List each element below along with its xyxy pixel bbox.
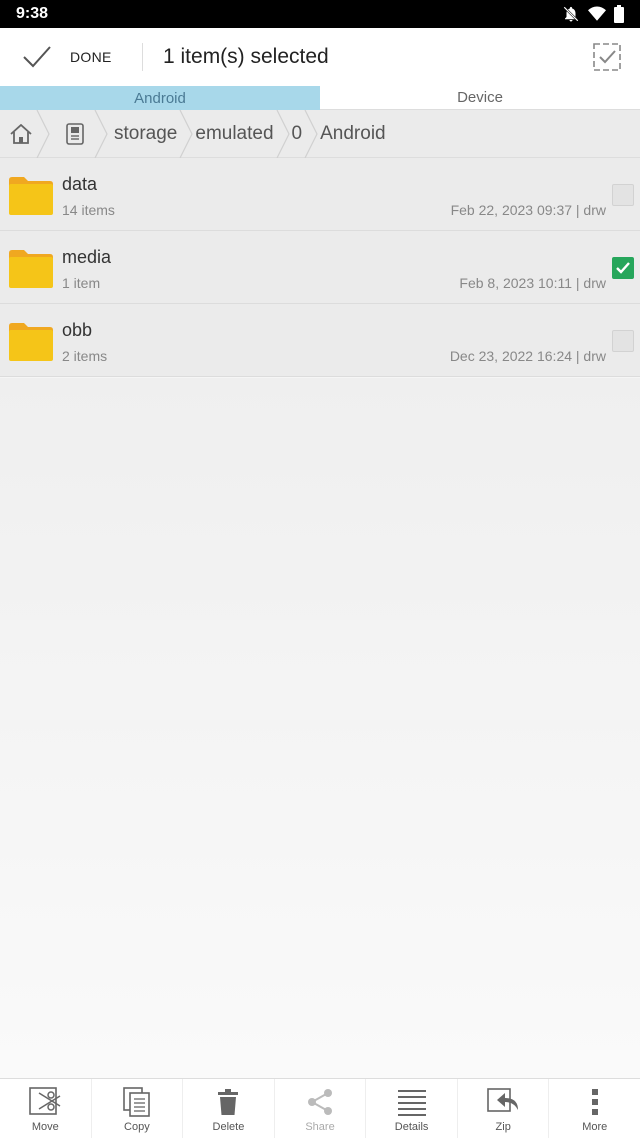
- breadcrumb-separator: [94, 109, 108, 158]
- copy-icon: [120, 1085, 154, 1119]
- empty-content-area: [0, 378, 640, 1078]
- breadcrumb-separator: [276, 109, 290, 158]
- tool-label: Delete: [212, 1120, 245, 1133]
- row-checkbox[interactable]: [612, 257, 634, 279]
- tool-label: Move: [31, 1120, 59, 1133]
- action-bar: DONE 1 item(s) selected: [0, 28, 640, 86]
- list-item[interactable]: data 14 items Feb 22, 2023 09:37 | drw: [0, 158, 640, 231]
- scissors-icon: [28, 1085, 62, 1119]
- breadcrumb-label: storage: [114, 122, 178, 144]
- file-name: data: [62, 174, 98, 194]
- tab-device[interactable]: Device: [320, 86, 640, 110]
- breadcrumb-item-android[interactable]: Android: [320, 110, 404, 158]
- status-icons: [562, 5, 624, 23]
- file-meta: Feb 22, 2023 09:37 | drw: [450, 202, 606, 218]
- more-icon: [578, 1085, 612, 1119]
- folder-icon: [9, 250, 53, 288]
- file-meta: Dec 23, 2022 16:24 | drw: [449, 348, 606, 364]
- selection-title: 1 item(s) selected: [163, 45, 329, 68]
- row-checkbox[interactable]: [612, 184, 634, 206]
- zip-button[interactable]: Zip: [458, 1079, 550, 1138]
- select-all-icon: [593, 43, 621, 71]
- copy-button[interactable]: Copy: [92, 1079, 184, 1138]
- row-checkbox[interactable]: [612, 330, 634, 352]
- folder-icon: [9, 323, 53, 361]
- list-item[interactable]: obb 2 items Dec 23, 2022 16:24 | drw: [0, 304, 640, 377]
- notifications-off-icon: [563, 6, 579, 22]
- done-button[interactable]: DONE: [0, 28, 142, 86]
- file-list: data 14 items Feb 22, 2023 09:37 | drw m…: [0, 158, 640, 377]
- delete-button[interactable]: Delete: [183, 1079, 275, 1138]
- battery-icon: [614, 5, 624, 23]
- share-button[interactable]: Share: [275, 1079, 367, 1138]
- wifi-icon: [588, 6, 606, 21]
- tool-label: More: [582, 1120, 608, 1133]
- home-icon: [10, 123, 32, 144]
- details-icon: [395, 1085, 429, 1119]
- done-label: DONE: [70, 49, 112, 65]
- zip-icon: [486, 1085, 520, 1119]
- breadcrumb-item-storage[interactable]: storage: [110, 109, 195, 158]
- breadcrumb-label: emulated: [195, 122, 274, 144]
- breadcrumb: storage emulated 0 Android: [0, 109, 640, 158]
- tool-label: Share: [305, 1120, 335, 1133]
- status-time: 9:38: [16, 5, 49, 22]
- folder-icon: [9, 177, 53, 215]
- breadcrumb-separator: [179, 109, 194, 158]
- file-name: obb: [62, 320, 93, 340]
- share-icon: [303, 1085, 337, 1119]
- location-tabs: Android Device: [0, 86, 640, 110]
- device-icon: [66, 122, 84, 145]
- bottom-toolbar: Move Copy Delete Share Details Zip More: [0, 1078, 640, 1138]
- file-count: 14 items: [62, 202, 115, 218]
- breadcrumb-device[interactable]: [52, 109, 110, 158]
- select-all-button[interactable]: [578, 28, 636, 86]
- action-divider: [142, 43, 143, 71]
- breadcrumb-item-emulated[interactable]: emulated: [195, 109, 291, 158]
- check-icon: [616, 262, 630, 274]
- move-button[interactable]: Move: [0, 1079, 92, 1138]
- list-item[interactable]: media 1 item Feb 8, 2023 10:11 | drw: [0, 231, 640, 304]
- breadcrumb-home[interactable]: [0, 109, 52, 158]
- tool-label: Copy: [124, 1120, 150, 1133]
- breadcrumb-label: Android: [320, 122, 386, 144]
- file-name: media: [62, 247, 112, 267]
- tool-label: Details: [394, 1120, 429, 1133]
- details-button[interactable]: Details: [366, 1079, 458, 1138]
- tool-label: Zip: [495, 1120, 511, 1133]
- breadcrumb-item-0[interactable]: 0: [291, 109, 321, 158]
- tab-android[interactable]: Android: [0, 86, 320, 110]
- file-count: 2 items: [62, 348, 108, 364]
- file-meta: Feb 8, 2023 10:11 | drw: [459, 275, 606, 291]
- check-icon: [23, 46, 51, 68]
- status-bar: 9:38: [0, 0, 640, 28]
- file-count: 1 item: [62, 275, 101, 291]
- breadcrumb-separator: [304, 109, 318, 158]
- trash-icon: [211, 1085, 245, 1119]
- breadcrumb-separator: [36, 109, 50, 158]
- more-button[interactable]: More: [549, 1079, 640, 1138]
- breadcrumb-label: 0: [291, 122, 303, 144]
